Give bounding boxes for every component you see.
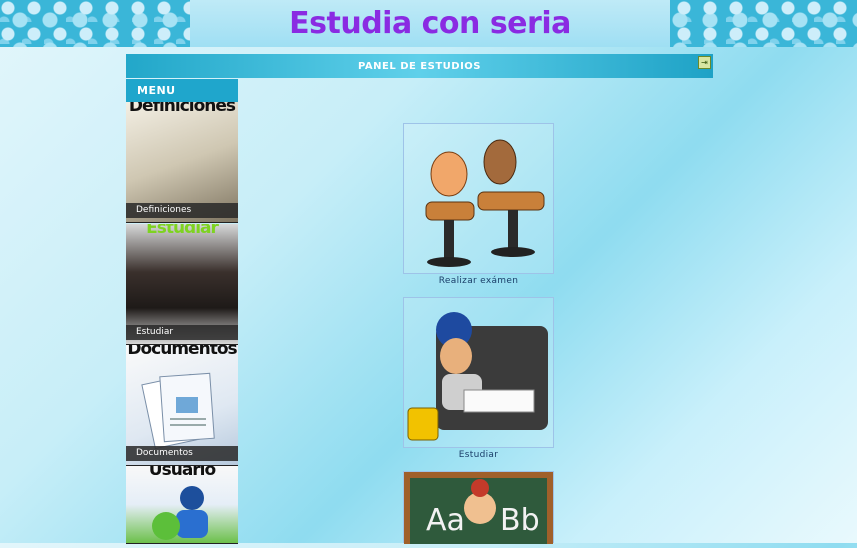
header-banner: Estudia con seria [0,0,857,47]
documents-icon [141,372,215,450]
menu-item-usuario[interactable]: Usuario [126,466,238,544]
menu-item-label: Documentos [126,446,238,461]
menu-item-definiciones[interactable]: Definiciones Definiciones [126,102,238,223]
study-card[interactable] [403,297,554,448]
panel-title: PANEL DE ESTUDIOS [357,60,482,72]
panel-title-bar: PANEL DE ESTUDIOS ⇥ [126,54,713,78]
site-title-area: Estudia con seria [190,0,670,47]
menu-header: MENU [126,79,238,102]
svg-text:Bb: Bb [500,503,540,538]
menu-title: MENU [137,84,176,97]
exam-card[interactable] [403,123,554,274]
study-card-label[interactable]: Estudiar [403,450,554,460]
exit-icon[interactable]: ⇥ [698,56,711,69]
menu-item-label: Definiciones [126,203,238,218]
menu-thumb-text: Documentos [127,345,237,359]
letters-card[interactable]: Aa Bb [403,471,554,544]
students-at-desk-illustration [425,139,545,267]
svg-text:Aa: Aa [426,503,465,538]
chalkboard-illustration: Aa Bb [404,472,553,544]
menu-thumb-text: Definiciones [128,102,236,116]
student-studying-illustration [407,312,548,441]
menu-thumb-text: Estudiar [146,224,219,238]
menu-item-documentos[interactable]: Documentos Documentos [126,345,238,466]
menu-item-label: Estudiar [126,325,238,340]
exam-card-label[interactable]: Realizar exámen [403,276,554,286]
site-title: Estudia con seria [289,6,571,41]
menu-item-estudiar[interactable]: Estudiar Estudiar [126,224,238,345]
user-icon [152,486,208,540]
